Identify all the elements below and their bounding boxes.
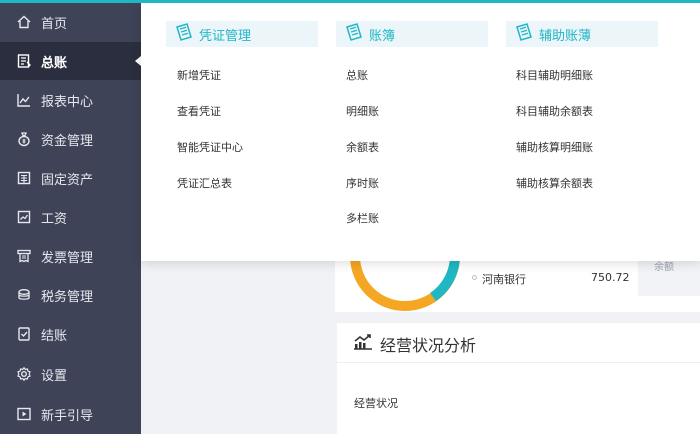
sidebar-item-invoices[interactable]: 发票管理 xyxy=(0,237,141,275)
menu-link-view-voucher[interactable]: 查看凭证 xyxy=(177,103,221,119)
menu-link-journal[interactable]: 序时账 xyxy=(346,175,379,191)
auxiliary-book-icon xyxy=(514,22,534,46)
invoice-icon xyxy=(16,248,32,264)
business-analysis-title: 经营状况分析 xyxy=(380,336,477,355)
sidebar-item-funds[interactable]: 资金管理 xyxy=(0,120,141,158)
column-title: 凭证管理 xyxy=(199,28,252,44)
sidebar-item-label: 首页 xyxy=(41,16,68,32)
sidebar-item-ledger[interactable]: 总账 xyxy=(0,42,141,80)
payroll-chart-icon xyxy=(16,209,32,225)
menu-link-detail-ledger[interactable]: 明细账 xyxy=(346,103,379,119)
voucher-note-icon xyxy=(174,22,194,46)
sidebar-item-fixed-assets[interactable]: 固定资产 xyxy=(0,159,141,197)
ledger-book-icon xyxy=(344,22,364,46)
column-title: 账簿 xyxy=(369,28,396,44)
sidebar-item-label: 发票管理 xyxy=(41,250,94,266)
sidebar-item-checkout[interactable]: 结账 xyxy=(0,315,141,353)
voucher-management-header: 凭证管理 xyxy=(166,21,318,47)
sidebar-item-label: 报表中心 xyxy=(41,94,94,110)
gear-icon xyxy=(16,366,32,382)
menu-link-account-aux-detail[interactable]: 科目辅助明细账 xyxy=(516,67,593,83)
donut-segment-teal xyxy=(430,255,460,302)
menu-link-aux-accounting-balance[interactable]: 辅助核算余额表 xyxy=(516,175,593,191)
sidebar-item-label: 新手引导 xyxy=(41,408,94,424)
checkout-icon xyxy=(16,326,32,342)
menu-link-account-aux-balance[interactable]: 科目辅助余额表 xyxy=(516,103,593,119)
report-chart-icon xyxy=(16,92,32,108)
column-title: 辅助账薄 xyxy=(539,28,592,44)
ledger-icon xyxy=(16,53,32,69)
trend-chart-icon xyxy=(352,333,374,355)
sidebar-item-guide[interactable]: 新手引导 xyxy=(0,395,141,433)
asset-building-icon xyxy=(16,170,32,186)
sidebar-item-label: 固定资产 xyxy=(41,172,94,188)
sidebar-item-label: 资金管理 xyxy=(41,133,94,149)
sidebar-item-label: 结账 xyxy=(41,328,68,344)
card-divider xyxy=(337,362,700,363)
money-bag-icon xyxy=(16,131,32,147)
sidebar-item-label: 总账 xyxy=(41,55,68,71)
sidebar-item-label: 工资 xyxy=(41,211,68,227)
sidebar-item-payroll[interactable]: 工资 xyxy=(0,198,141,236)
play-guide-icon xyxy=(16,406,32,422)
business-status-label: 经营状况 xyxy=(354,397,398,410)
sidebar-item-label: 税务管理 xyxy=(41,289,94,305)
home-icon xyxy=(16,14,32,30)
sidebar: 首页 总账 报表中心 资金管理 固定资产 工资 发票管理 税务管理 结账 设置 … xyxy=(0,0,141,434)
tax-icon xyxy=(16,287,32,303)
sidebar-item-home[interactable]: 首页 xyxy=(0,3,141,41)
menu-link-general-ledger[interactable]: 总账 xyxy=(346,67,368,83)
menu-link-new-voucher[interactable]: 新增凭证 xyxy=(177,67,221,83)
menu-link-voucher-summary[interactable]: 凭证汇总表 xyxy=(177,175,232,191)
business-analysis-header: 经营状况分析 xyxy=(352,332,476,356)
sidebar-item-label: 设置 xyxy=(41,368,68,384)
menu-link-multi-column-ledger[interactable]: 多栏账 xyxy=(346,210,379,226)
top-accent-bar xyxy=(0,0,700,3)
legend-bank-label: 河南银行 xyxy=(482,273,526,286)
menu-link-smart-voucher-center[interactable]: 智能凭证中心 xyxy=(177,139,243,155)
menu-link-balance-sheet[interactable]: 余额表 xyxy=(346,139,379,155)
sidebar-item-tax[interactable]: 税务管理 xyxy=(0,276,141,314)
ledger-dropdown-menu: 凭证管理 新增凭证 查看凭证 智能凭证中心 凭证汇总表 账簿 总账 明细账 余额… xyxy=(141,3,700,261)
legend-dot xyxy=(472,275,477,280)
sidebar-item-settings[interactable]: 设置 xyxy=(0,355,141,393)
sidebar-item-reports[interactable]: 报表中心 xyxy=(0,81,141,119)
legend-bank-value: 750.72 xyxy=(591,271,630,284)
ledger-books-header: 账簿 xyxy=(336,21,488,47)
menu-link-aux-accounting-detail[interactable]: 辅助核算明细账 xyxy=(516,139,593,155)
auxiliary-books-header: 辅助账薄 xyxy=(506,21,658,47)
